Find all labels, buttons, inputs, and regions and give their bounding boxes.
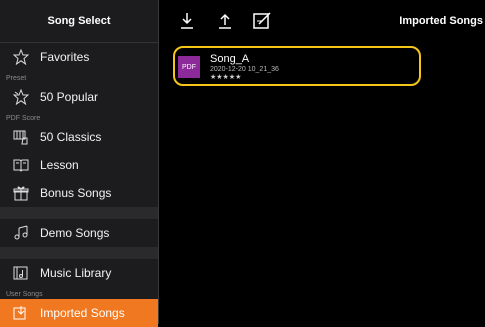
toolbar: Imported Songs [159, 0, 485, 42]
sidebar-item-label: Bonus Songs [40, 186, 112, 200]
sidebar-item-bonus-songs[interactable]: Bonus Songs [0, 179, 158, 207]
sidebar-item-label: 50 Classics [40, 130, 102, 144]
sidebar-item-label: Imported Songs [40, 306, 125, 320]
popular-star-icon [12, 88, 30, 106]
music-library-icon [12, 264, 30, 282]
section-spacer [0, 207, 158, 219]
sidebar: Song Select Favorites Preset 50 Popular … [0, 0, 158, 327]
sidebar-item-music-library[interactable]: Music Library [0, 259, 158, 287]
sidebar-item-label: Demo Songs [40, 226, 110, 240]
section-spacer [0, 247, 158, 259]
upload-icon[interactable] [215, 11, 235, 31]
sidebar-item-50-popular[interactable]: 50 Popular [0, 83, 158, 111]
highlight-outline [173, 46, 421, 86]
piano-hand-icon [12, 128, 30, 146]
imported-songs-icon [12, 304, 30, 322]
section-label-user-songs: User Songs [6, 291, 43, 298]
sidebar-item-label: Music Library [40, 266, 112, 280]
main-panel: Imported Songs PDF Song_A 2020-12-20 10_… [159, 0, 485, 324]
edit-icon[interactable] [253, 11, 273, 31]
gift-icon [12, 184, 30, 202]
sidebar-header: Song Select [0, 0, 158, 43]
sidebar-item-label: Favorites [40, 50, 90, 64]
sidebar-item-demo-songs[interactable]: Demo Songs [0, 219, 158, 247]
music-notes-icon [12, 224, 30, 242]
sidebar-item-lesson[interactable]: Lesson [0, 151, 158, 179]
sidebar-item-imported-songs[interactable]: Imported Songs [0, 299, 158, 327]
sidebar-item-label: Lesson [40, 158, 79, 172]
section-label-pdf-score: PDF Score [6, 115, 41, 122]
book-icon [12, 156, 30, 174]
sidebar-item-favorites[interactable]: Favorites [0, 43, 158, 71]
section-label-preset: Preset [6, 75, 27, 82]
download-icon[interactable] [177, 11, 197, 31]
sidebar-item-label: 50 Popular [40, 90, 99, 104]
sidebar-item-50-classics[interactable]: 50 Classics [0, 123, 158, 151]
star-icon [12, 48, 30, 66]
page-title: Imported Songs [399, 15, 483, 27]
